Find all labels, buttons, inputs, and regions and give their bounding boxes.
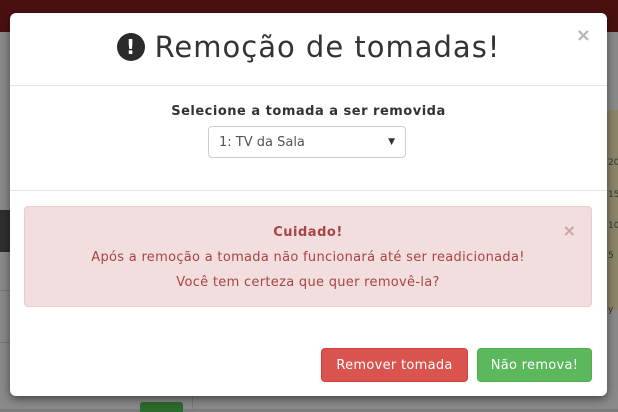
- remove-outlet-modal: ! Remoção de tomadas! × Selecione a toma…: [10, 13, 607, 396]
- background-axis-tick: 20: [608, 158, 618, 168]
- modal-body: Selecione a tomada a ser removida 1: TV …: [10, 86, 607, 191]
- alert-close-icon[interactable]: ×: [563, 221, 576, 240]
- background-axis-tick: 10: [608, 221, 618, 231]
- background-axis-tick: y: [608, 305, 614, 315]
- warning-alert: Cuidado! Após a remoção a tomada não fun…: [24, 206, 592, 307]
- background-divider: [192, 395, 193, 409]
- background-green-button: [140, 402, 183, 412]
- alert-question: Você tem certeza que quer removê-la?: [176, 275, 440, 290]
- background-chart-panel: [606, 110, 618, 310]
- select-value: 1: TV da Sala: [219, 134, 305, 150]
- remove-outlet-button[interactable]: Remover tomada: [321, 348, 468, 382]
- select-label: Selecione a tomada a ser removida: [171, 104, 446, 119]
- modal-title: Remoção de tomadas!: [154, 30, 501, 64]
- alert-title: Cuidado!: [273, 225, 343, 240]
- cancel-button[interactable]: Não remova!: [477, 348, 592, 382]
- modal-header: ! Remoção de tomadas! ×: [10, 13, 607, 86]
- exclamation-circle-icon: !: [116, 33, 145, 61]
- outlet-select[interactable]: 1: TV da Sala ▼: [208, 126, 406, 158]
- chevron-down-icon: ▼: [388, 137, 395, 147]
- alert-message: Após a remoção a tomada não funcionará a…: [91, 250, 525, 265]
- background-axis-tick: 5: [608, 251, 614, 261]
- background-axis-tick: 15: [608, 190, 618, 200]
- close-icon[interactable]: ×: [576, 25, 591, 46]
